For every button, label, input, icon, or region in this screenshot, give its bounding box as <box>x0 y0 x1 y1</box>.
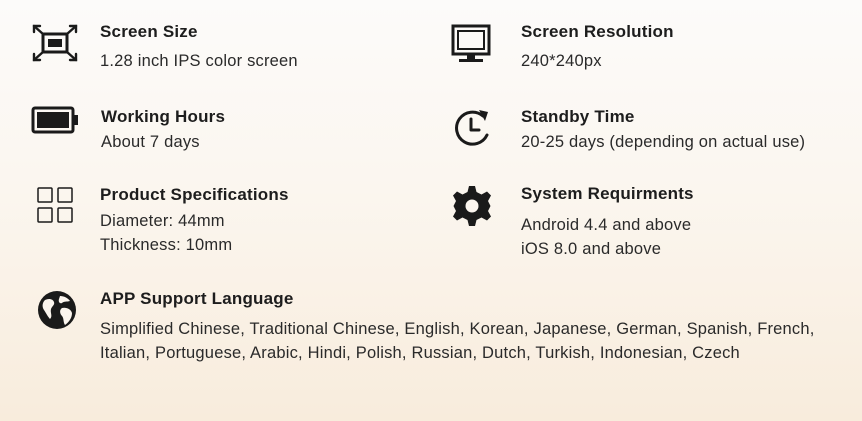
spec-value: Diameter: 44mm <box>100 212 225 230</box>
spec-title: Product Specifications <box>100 185 289 204</box>
spec-value: iOS 8.0 and above <box>521 240 662 258</box>
battery-icon <box>31 106 78 134</box>
spec-title: Screen Resolution <box>521 22 674 41</box>
monitor-icon <box>451 24 491 62</box>
spec-value: Android 4.4 and above <box>521 216 692 234</box>
spec-title: Standby Time <box>521 107 635 126</box>
screen-size-icon <box>32 24 78 62</box>
language-list: Simplified Chinese, Traditional Chinese,… <box>100 320 815 362</box>
spec-value: 20-25 days (depending on actual use) <box>521 133 806 151</box>
spec-value: 1.28 inch IPS color screen <box>100 52 298 70</box>
spec-title: Working Hours <box>101 107 226 126</box>
gear-icon <box>453 186 491 226</box>
spec-value: 240*240px <box>521 52 602 70</box>
spec-title: Screen Size <box>100 22 198 41</box>
spec-title: APP Support Language <box>100 289 294 308</box>
spec-value: Thickness: 10mm <box>100 236 233 254</box>
grid-icon <box>37 187 73 223</box>
clock-icon <box>455 110 489 146</box>
spec-value: About 7 days <box>101 133 200 151</box>
globe-icon <box>38 291 76 329</box>
spec-title: System Requirments <box>521 184 694 203</box>
